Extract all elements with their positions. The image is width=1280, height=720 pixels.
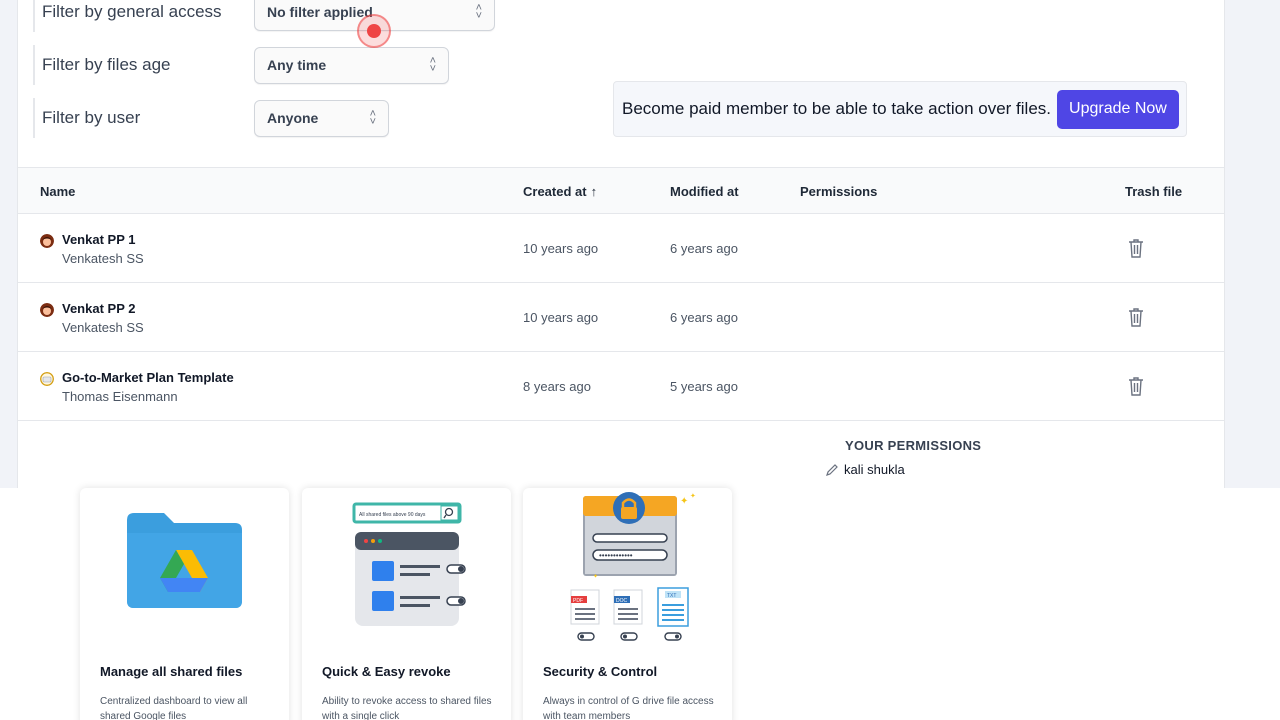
filter-divider xyxy=(33,45,35,85)
filter-files-age: Filter by files age Any time ˄ ˅ xyxy=(33,45,449,85)
filter-divider xyxy=(33,98,35,138)
card-title: Quick & Easy revoke xyxy=(322,664,451,679)
filter-label: Filter by files age xyxy=(42,55,171,74)
column-permissions: Permissions xyxy=(800,184,878,199)
user-avatar-icon xyxy=(40,372,54,386)
password-dots: •••••••••••• xyxy=(599,551,633,560)
feature-card-security: •••••••••••• ✦ ✦ ✦ PDF DOC TXT Security … xyxy=(523,488,732,720)
chevron-updown-icon: ˄ ˅ xyxy=(429,55,436,75)
file-owner: Venkatesh SS xyxy=(62,251,144,266)
doc-label: DOC xyxy=(616,598,628,604)
column-modified-at[interactable]: Modified at xyxy=(670,184,739,199)
permission-user-name: kali shukla xyxy=(844,462,905,477)
file-name[interactable]: Go-to-Market Plan Template xyxy=(62,370,234,385)
file-owner: Venkatesh SS xyxy=(62,320,144,335)
select-value: Any time xyxy=(267,57,327,73)
file-name[interactable]: Venkat PP 1 xyxy=(62,232,135,247)
filter-user: Filter by user Anyone ˄ ˅ xyxy=(33,98,389,138)
modified-at: 6 years ago xyxy=(670,241,738,256)
table-row: Venkat PP 2 Venkatesh SS 10 years ago 6 … xyxy=(18,283,1224,352)
user-avatar-icon xyxy=(40,303,54,317)
feature-card-manage: Manage all shared files Centralized dash… xyxy=(80,488,289,720)
modified-at: 5 years ago xyxy=(670,379,738,394)
feature-card-revoke: All shared files above 90 days Quick & E… xyxy=(302,488,511,720)
card-description: Ability to revoke access to shared files… xyxy=(322,696,492,720)
txt-label: TXT xyxy=(667,593,676,599)
table-header: Name Created at ↑ Modified at Permissions… xyxy=(18,167,1224,214)
column-created-label: Created at xyxy=(523,184,587,199)
select-value: No filter applied xyxy=(267,4,373,20)
column-created-at[interactable]: Created at ↑ xyxy=(523,184,597,199)
card-title: Manage all shared files xyxy=(100,664,243,679)
card-description: Centralized dashboard to view all shared… xyxy=(100,696,248,720)
trash-icon[interactable] xyxy=(1128,238,1144,258)
select-value: Anyone xyxy=(267,110,319,126)
sparkle-icon: ✦ xyxy=(680,496,688,507)
filter-label: Filter by general access xyxy=(42,2,222,21)
column-name[interactable]: Name xyxy=(40,184,75,199)
column-trash: Trash file xyxy=(1125,184,1183,199)
upgrade-message: Become paid member to be able to take ac… xyxy=(622,99,1052,118)
sparkle-icon: ✦ xyxy=(593,573,598,580)
permission-user: kali shukla xyxy=(825,462,905,477)
upgrade-banner: Become paid member to be able to take ac… xyxy=(613,81,1187,137)
table-row: Venkat PP 1 Venkatesh SS 10 years ago 6 … xyxy=(18,214,1224,283)
created-at: 10 years ago xyxy=(523,310,599,325)
folder-drive-illustration xyxy=(127,513,242,608)
upgrade-now-button[interactable]: Upgrade Now xyxy=(1057,89,1179,129)
card-title: Security & Control xyxy=(543,664,658,679)
created-at: 10 years ago xyxy=(523,241,599,256)
trash-icon[interactable] xyxy=(1128,307,1144,327)
cursor-indicator xyxy=(357,14,391,48)
permissions-title: YOUR PERMISSIONS xyxy=(845,438,982,453)
filter-divider xyxy=(33,0,35,32)
modified-at: 6 years ago xyxy=(670,310,738,325)
revoke-illustration: All shared files above 90 days xyxy=(352,502,466,626)
search-text: All shared files above 90 days xyxy=(359,512,426,518)
sparkle-icon: ✦ xyxy=(690,492,696,500)
file-name[interactable]: Venkat PP 2 xyxy=(62,301,135,316)
file-owner: Thomas Eisenmann xyxy=(62,389,178,404)
trash-icon[interactable] xyxy=(1128,376,1144,396)
created-at: 8 years ago xyxy=(523,379,591,394)
filter-label: Filter by user xyxy=(42,108,141,127)
pdf-label: PDF xyxy=(573,598,583,604)
sort-up-icon: ↑ xyxy=(590,184,598,199)
filter-general-access: Filter by general access No filter appli… xyxy=(33,0,495,32)
security-illustration: •••••••••••• ✦ ✦ ✦ PDF DOC TXT xyxy=(570,492,696,641)
card-description: Always in control of G drive file access… xyxy=(543,696,714,720)
files-age-select[interactable]: Any time ˄ ˅ xyxy=(254,46,449,84)
table-row: Go-to-Market Plan Template Thomas Eisenm… xyxy=(18,352,1224,421)
chevron-updown-icon: ˄ ˅ xyxy=(475,2,482,22)
pencil-icon xyxy=(826,463,838,476)
user-select[interactable]: Anyone ˄ ˅ xyxy=(254,99,389,137)
user-avatar-icon xyxy=(40,234,54,248)
chevron-updown-icon: ˄ ˅ xyxy=(369,108,376,128)
